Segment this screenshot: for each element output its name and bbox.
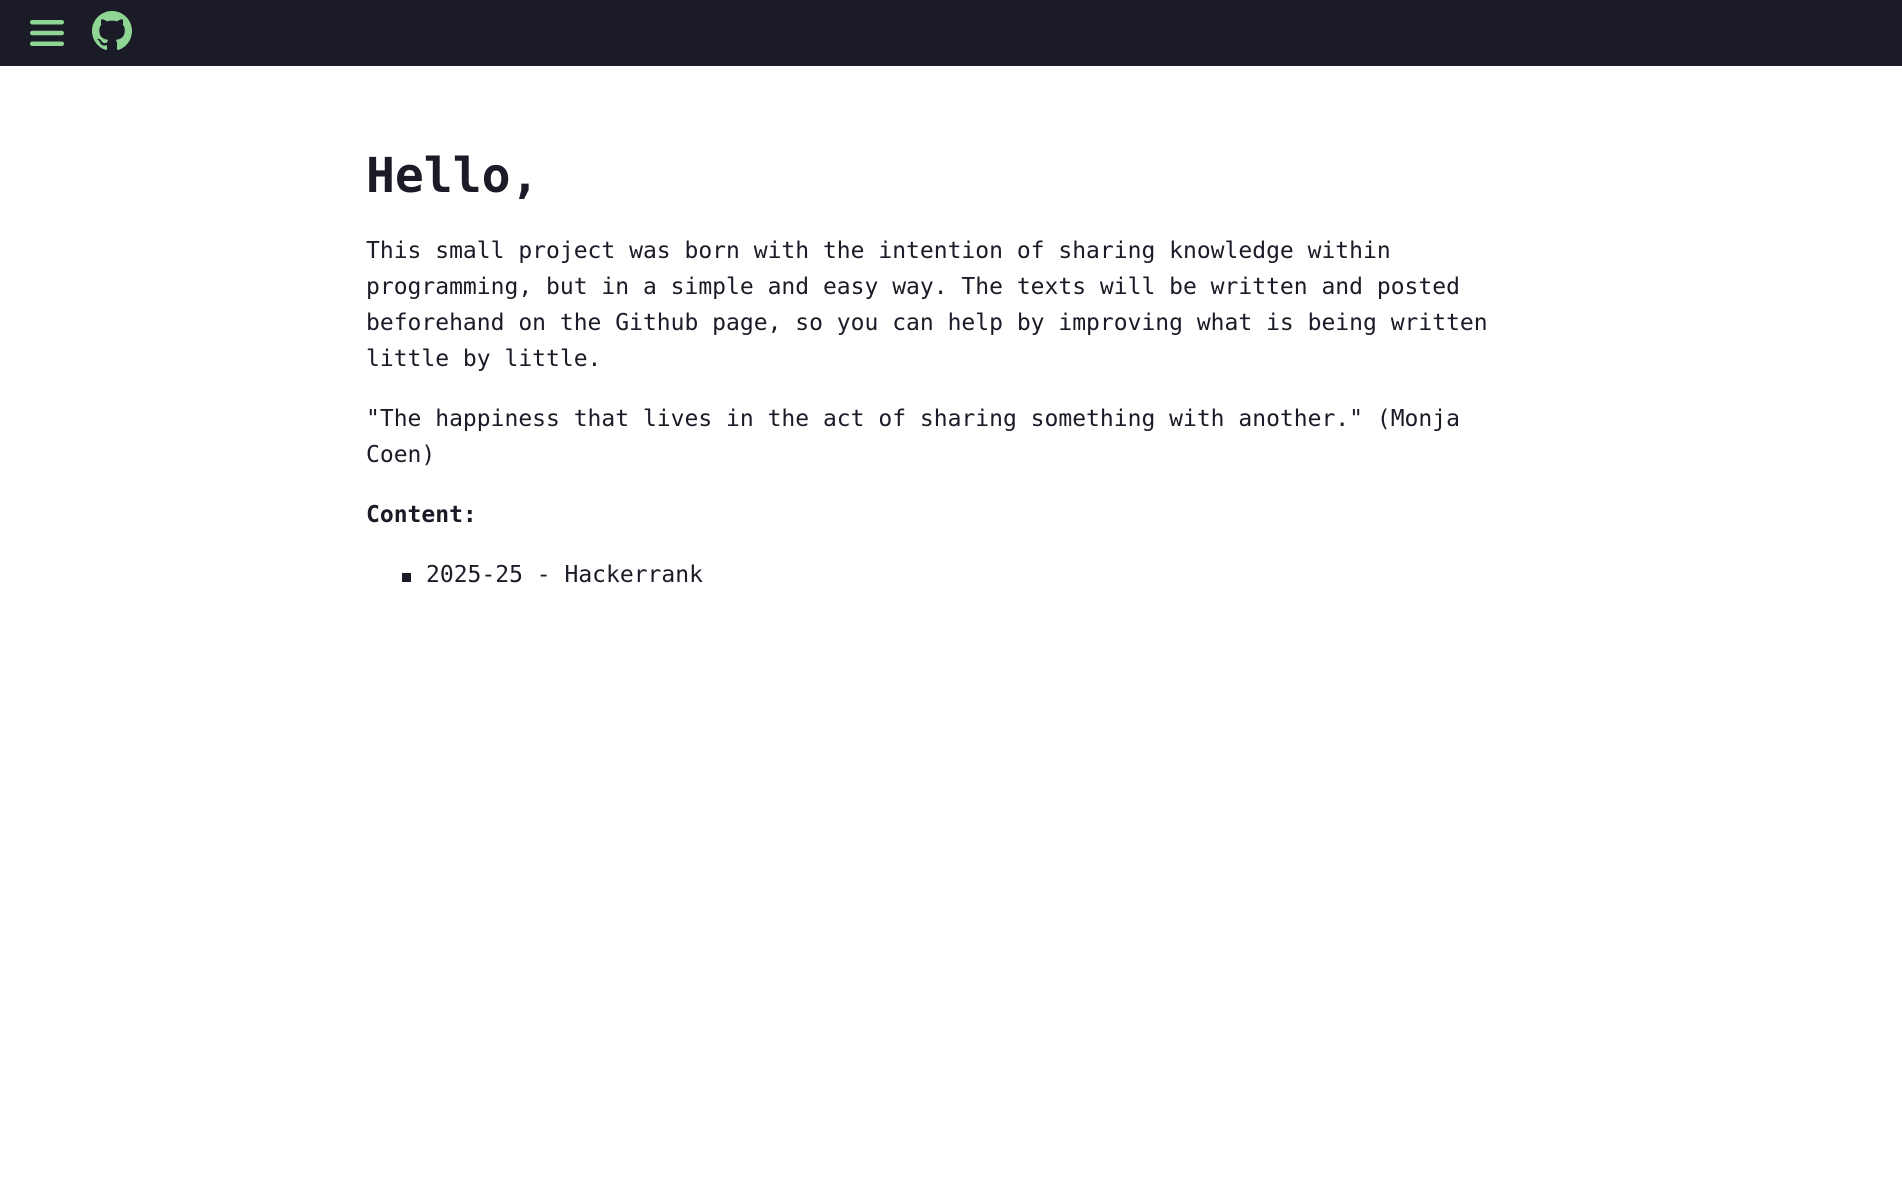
top-navigation-bar	[0, 0, 1902, 66]
post-link[interactable]: 2025-25 - Hackerrank	[426, 562, 703, 588]
list-item: 2025-25 - Hackerrank	[402, 557, 1536, 593]
intro-paragraph: This small project was born with the int…	[366, 238, 1488, 372]
github-logo-glyph	[92, 11, 132, 51]
quote-paragraph: "The happiness that lives in the act of …	[366, 406, 1460, 468]
page-title: Hello,	[366, 148, 540, 204]
hamburger-menu-icon[interactable]	[28, 14, 66, 52]
content-heading: Content:	[366, 502, 477, 528]
main-content: Hello, This small project was born with …	[366, 140, 1536, 593]
posts-list: 2025-25 - Hackerrank	[366, 557, 1536, 593]
hamburger-menu-glyph	[30, 20, 64, 46]
github-icon[interactable]	[92, 11, 132, 51]
